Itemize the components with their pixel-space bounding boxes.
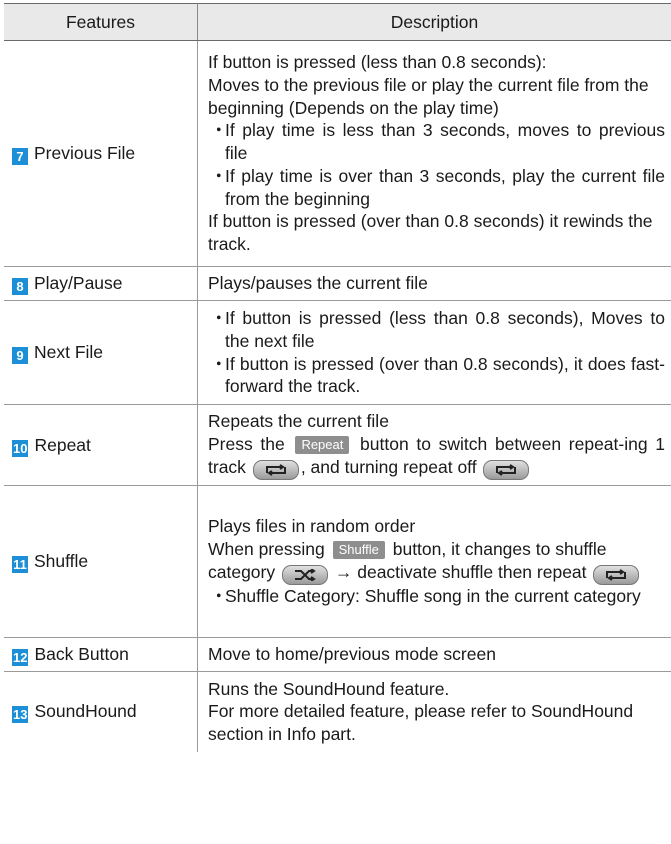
description-text: , and turning repeat off xyxy=(300,456,477,477)
feature-number-badge: 7 xyxy=(12,148,28,165)
description-text: Runs the SoundHound feature. xyxy=(208,678,450,699)
header-description: Description xyxy=(197,3,671,41)
bullet-text: If button is pressed (less than 0.8 seco… xyxy=(225,308,665,351)
bullet-item: ・If play time is over than 3 seconds, pl… xyxy=(210,165,665,209)
description-text: For more detailed feature, please refer … xyxy=(208,701,634,745)
header-row: Features Description xyxy=(4,3,671,41)
description-text: If button is pressed (less than 0.8 seco… xyxy=(208,52,547,73)
feature-number-badge: 12 xyxy=(12,649,29,666)
description-text: Plays files in random order xyxy=(208,516,416,537)
feature-number-badge: 13 xyxy=(12,706,29,724)
description-text: Repeats the current file xyxy=(208,411,389,432)
description-text: Press the xyxy=(208,434,285,454)
header-features: Features xyxy=(4,3,198,41)
description-text: → deactivate shuffle then repeat xyxy=(334,561,587,582)
feature-number-badge: 10 xyxy=(12,439,29,457)
feature-number-badge: 9 xyxy=(12,347,28,364)
repeat-icon xyxy=(593,564,640,585)
table-row: 11 Shuffle Plays files in random order Wh… xyxy=(4,485,671,638)
repeat-button-label: Repeat xyxy=(295,436,350,454)
feature-cell: 12 Back Button xyxy=(4,637,198,672)
feature-cell: 9 Next File xyxy=(4,300,198,405)
table-row: 9 Next File ・If button is pressed (less t… xyxy=(4,300,671,405)
description-cell: Runs the SoundHound feature. For more de… xyxy=(197,671,671,752)
bullet-text: If play time is over than 3 seconds, pla… xyxy=(225,165,665,209)
bullet-item: ・Shuffle Category: Shuffle song in the c… xyxy=(210,585,641,606)
feature-label: Shuffle xyxy=(34,551,89,571)
feature-label: SoundHound xyxy=(34,701,137,722)
description-cell: Plays files in random order When pressin… xyxy=(197,485,671,638)
description-cell: ・If button is pressed (less than 0.8 sec… xyxy=(197,300,671,405)
table-row: 10 Repeat Repeats the current file Press … xyxy=(4,404,671,486)
repeat-one-icon xyxy=(252,459,299,480)
description-text: If button is pressed (over than 0.8 seco… xyxy=(208,211,653,254)
feature-number-badge: 8 xyxy=(12,278,28,295)
description-cell: If button is pressed (less than 0.8 seco… xyxy=(197,40,671,267)
description-text: Plays/pauses the current file xyxy=(208,273,428,294)
table-row: 8 Play/Pause Plays/pauses the current fil… xyxy=(4,266,671,301)
feature-cell: 10 Repeat xyxy=(4,404,198,486)
description-text: Move to home/previous mode screen xyxy=(208,644,496,665)
bullet-text: Shuffle Category: Shuffle song in the cu… xyxy=(225,585,641,606)
table-row: 13 SoundHound Runs the SoundHound feature… xyxy=(4,671,671,752)
shuffle-icon xyxy=(282,564,328,585)
shuffle-button-label: Shuffle xyxy=(332,541,385,560)
feature-cell: 13 SoundHound xyxy=(4,671,198,752)
feature-number-badge: 11 xyxy=(12,556,28,573)
description-line: Press the Repeat button to switch betwee… xyxy=(208,433,665,480)
feature-cell: 7 Previous File xyxy=(4,40,198,267)
bullet-text: If play time is less than 3 seconds, mov… xyxy=(225,120,665,164)
feature-label: Next File xyxy=(34,342,104,362)
bullet-item: ・If button is pressed (over than 0.8 sec… xyxy=(210,353,665,397)
description-cell: Plays/pauses the current file xyxy=(197,266,671,301)
feature-label: Back Button xyxy=(34,644,129,664)
feature-cell: 8 Play/Pause xyxy=(4,266,198,301)
feature-label: Previous File xyxy=(34,143,136,163)
feature-cell: 11 Shuffle xyxy=(4,485,198,638)
repeat-off-icon xyxy=(483,459,530,480)
description-cell: Repeats the current file Press the Repea… xyxy=(197,404,671,486)
description-text: Moves to the previous file or play the c… xyxy=(208,75,649,118)
description-line: When pressing Shuffle button, it changes… xyxy=(208,538,665,585)
bullet-item: ・If play time is less than 3 seconds, mo… xyxy=(210,120,665,164)
description-text: When pressing xyxy=(208,539,325,560)
feature-label: Play/Pause xyxy=(34,273,123,293)
feature-label: Repeat xyxy=(34,434,91,455)
features-table: Features Description 7 Previous File If b… xyxy=(4,3,671,752)
bullet-text: If button is pressed (over than 0.8 seco… xyxy=(225,353,665,397)
table-row: 7 Previous File If button is pressed (les… xyxy=(4,40,671,267)
table-row: 12 Back Button Move to home/previous mode… xyxy=(4,637,671,672)
description-cell: Move to home/previous mode screen xyxy=(197,637,671,672)
bullet-item: ・If button is pressed (less than 0.8 sec… xyxy=(210,308,665,351)
